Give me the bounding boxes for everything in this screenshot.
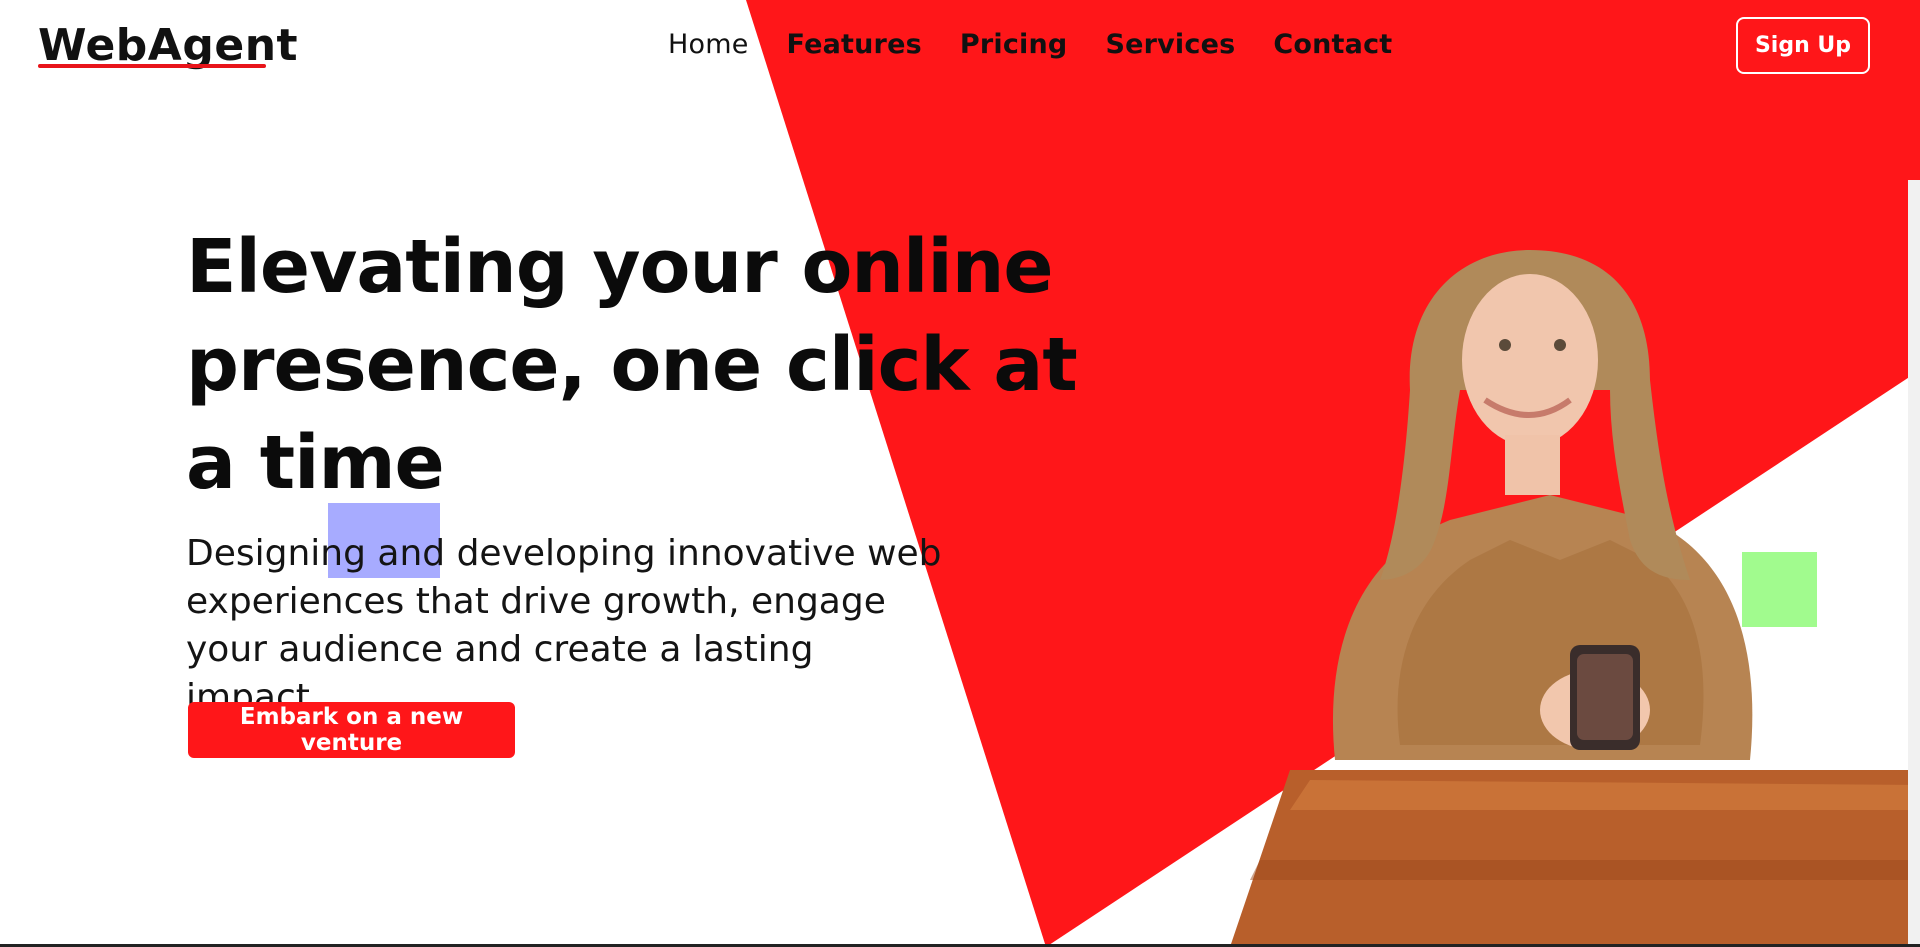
page-scrollbar[interactable] xyxy=(1908,180,1920,947)
navbar: WebAgent Home Features Pricing Services … xyxy=(0,0,1920,92)
cta-button[interactable]: Embark on a new venture xyxy=(188,702,515,758)
hero-subtitle: Designing and developing innovative web … xyxy=(186,533,942,718)
nav-pricing-link[interactable]: Pricing xyxy=(960,26,1068,64)
logo-underline xyxy=(38,64,266,68)
nav-home-link[interactable]: Home xyxy=(668,26,749,64)
nav-features-link[interactable]: Features xyxy=(787,26,922,64)
nav-links: Home Features Pricing Services Contact xyxy=(668,26,1392,64)
nav-contact-link[interactable]: Contact xyxy=(1273,26,1392,64)
green-accent-square xyxy=(1742,552,1817,627)
signup-button[interactable]: Sign Up xyxy=(1736,17,1870,74)
nav-services-link[interactable]: Services xyxy=(1105,26,1235,64)
hero-title: Elevating your online presence, one clic… xyxy=(186,224,1078,506)
